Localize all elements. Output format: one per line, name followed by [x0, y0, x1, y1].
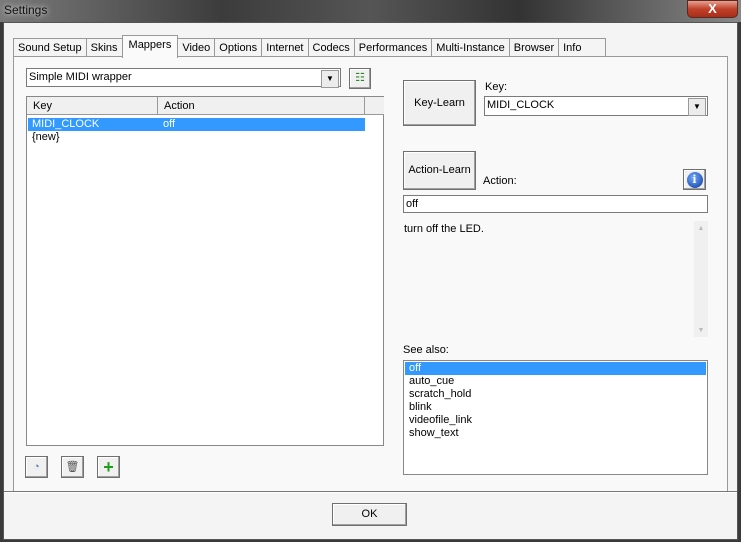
mapper-options-button[interactable]: ☷ [349, 68, 371, 89]
tab-multi-instance[interactable]: Multi-Instance [431, 38, 510, 58]
column-header-action[interactable]: Action [158, 97, 365, 115]
row-key: MIDI_CLOCK [32, 118, 100, 130]
see-also-label: See also: [403, 344, 449, 356]
mapper-select[interactable]: Simple MIDI wrapper ▼ [26, 68, 341, 88]
action-input[interactable]: off [403, 195, 708, 213]
tab-info[interactable]: Info [558, 38, 607, 58]
list-item[interactable]: blink [405, 401, 706, 414]
tab-codecs[interactable]: Codecs [307, 38, 355, 58]
tab-video[interactable]: Video [177, 38, 216, 58]
tab-internet[interactable]: Internet [261, 38, 309, 58]
mappings-list[interactable]: Key Action MIDI_CLOCK off {new} [26, 96, 384, 446]
description-text: turn off the LED. [404, 223, 484, 235]
mapper-select-value: Simple MIDI wrapper [29, 71, 132, 83]
list-item[interactable]: show_text [405, 427, 706, 440]
list-item[interactable]: scratch_hold [405, 388, 706, 401]
column-header-key[interactable]: Key [27, 97, 158, 115]
delete-button[interactable]: 🗑 [61, 456, 84, 478]
action-label: Action: [483, 175, 517, 187]
window-title: Settings [4, 3, 48, 17]
tab-sound-setup[interactable]: Sound Setup [13, 38, 87, 58]
list-item[interactable]: videofile_link [405, 414, 706, 427]
action-learn-button[interactable]: Action-Learn [403, 151, 476, 190]
description-area: turn off the LED. ▲ ▼ [403, 221, 708, 337]
tab-performances[interactable]: Performances [353, 38, 433, 58]
add-button[interactable]: + [97, 456, 120, 478]
load-preset-button[interactable]: ◔ [25, 456, 48, 478]
title-bar [0, 0, 741, 22]
tab-browser[interactable]: Browser [508, 38, 560, 58]
tab-mappers[interactable]: Mappers [121, 35, 179, 58]
plus-icon: + [103, 457, 114, 477]
row-action: off [163, 118, 176, 130]
tab-options[interactable]: Options [214, 38, 263, 58]
close-button[interactable]: X [687, 0, 738, 18]
tab-bar: Sound Setup Skins Mappers Video Options … [13, 35, 607, 58]
tab-skins[interactable]: Skins [85, 38, 123, 58]
list-item[interactable]: off [405, 362, 706, 375]
description-scrollbar[interactable]: ▲ ▼ [694, 221, 708, 337]
footer-divider [4, 491, 737, 493]
ok-button[interactable]: OK [332, 503, 407, 526]
list-item[interactable]: auto_cue [405, 375, 706, 388]
chevron-down-icon[interactable]: ▼ [688, 98, 706, 116]
disc-icon: ◔ [33, 461, 40, 473]
see-also-list[interactable]: off auto_cue scratch_hold blink videofil… [403, 360, 708, 475]
key-learn-button[interactable]: Key-Learn [403, 80, 476, 126]
key-label: Key: [485, 81, 508, 93]
info-button[interactable]: i [683, 169, 706, 190]
key-select[interactable]: MIDI_CLOCK ▼ [484, 96, 708, 116]
chevron-down-icon[interactable]: ▼ [321, 70, 339, 88]
table-row[interactable]: {new} [28, 131, 365, 144]
key-select-value: MIDI_CLOCK [487, 99, 555, 111]
column-header-filler [365, 97, 384, 115]
row-key: {new} [32, 131, 60, 143]
trash-icon: 🗑 [65, 461, 80, 473]
info-icon: i [686, 172, 703, 188]
list-options-icon: ☷ [355, 72, 365, 84]
table-row[interactable]: MIDI_CLOCK off [28, 118, 365, 131]
